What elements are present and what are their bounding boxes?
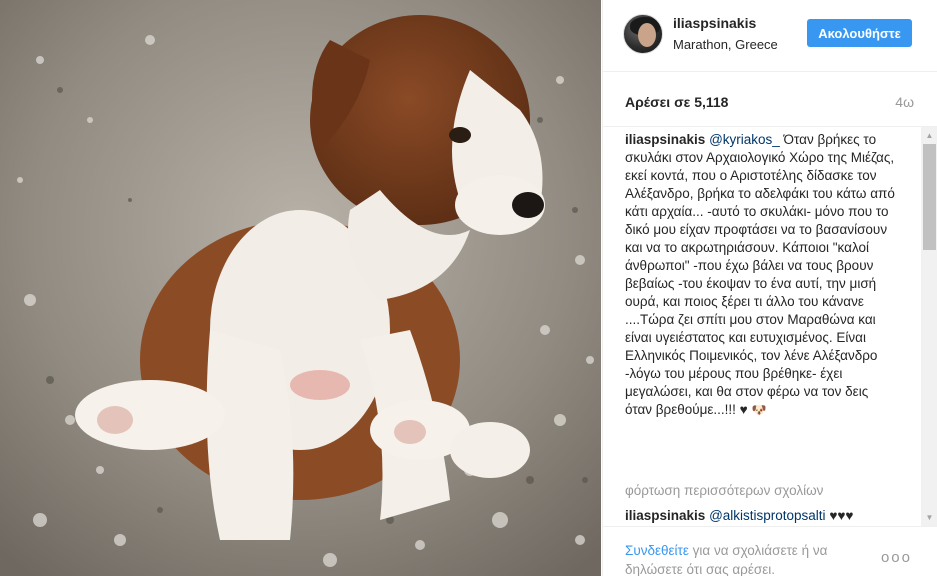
follow-button[interactable]: Ακολουθήστε [807, 19, 912, 47]
caption-comment: iliaspsinakis @kyriakos_ Όταν βρήκες το … [625, 131, 897, 419]
caption-text: Όταν βρήκες το σκυλάκι στον Αρχαιολογικό… [625, 132, 895, 417]
comment-username[interactable]: iliaspsinakis [625, 508, 705, 523]
comment-text: ♥♥♥ [825, 508, 854, 523]
comments-section: iliaspsinakis @kyriakos_ Όταν βρήκες το … [603, 127, 937, 526]
scroll-up-arrow-icon[interactable]: ▲ [921, 127, 937, 144]
location-link[interactable]: Marathon, Greece [673, 37, 778, 52]
more-options-icon[interactable]: ooo [881, 549, 912, 566]
scroll-down-arrow-icon[interactable]: ▼ [921, 509, 937, 526]
caption-username[interactable]: iliaspsinakis [625, 132, 705, 147]
comment-mention[interactable]: @alkistisprotopsalti [709, 508, 826, 523]
post-footer: Συνδεθείτε για να σχολιάσετε ή να δηλώσε… [603, 526, 937, 576]
likes-row: Αρέσει σε 5,118 4ω [603, 72, 937, 127]
comment-item: iliaspsinakis @alkistisprotopsalti ♥♥♥ [625, 508, 905, 523]
post-time[interactable]: 4ω [895, 94, 914, 110]
post-header: iliaspsinakis Marathon, Greece Ακολουθήσ… [603, 0, 937, 72]
post-photo[interactable] [0, 0, 601, 576]
likes-count[interactable]: Αρέσει σε 5,118 [625, 94, 728, 110]
comments-scrollbar[interactable]: ▲ ▼ [921, 127, 937, 526]
scrollbar-thumb[interactable] [923, 144, 936, 250]
avatar-face [638, 23, 656, 47]
login-prompt: Συνδεθείτε για να σχολιάσετε ή να δηλώσε… [625, 541, 875, 576]
puppy-photo [0, 0, 601, 576]
avatar[interactable] [623, 14, 663, 54]
username-link[interactable]: iliaspsinakis [673, 15, 756, 31]
dog-face-emoji-icon: 🐶 [751, 403, 767, 417]
load-more-comments-link[interactable]: φόρτωση περισσότερων σχολίων [625, 483, 823, 498]
caption-mention[interactable]: @kyriakos_ [709, 132, 780, 147]
login-link[interactable]: Συνδεθείτε [625, 543, 689, 558]
post-side-panel: iliaspsinakis Marathon, Greece Ακολουθήσ… [602, 0, 937, 576]
